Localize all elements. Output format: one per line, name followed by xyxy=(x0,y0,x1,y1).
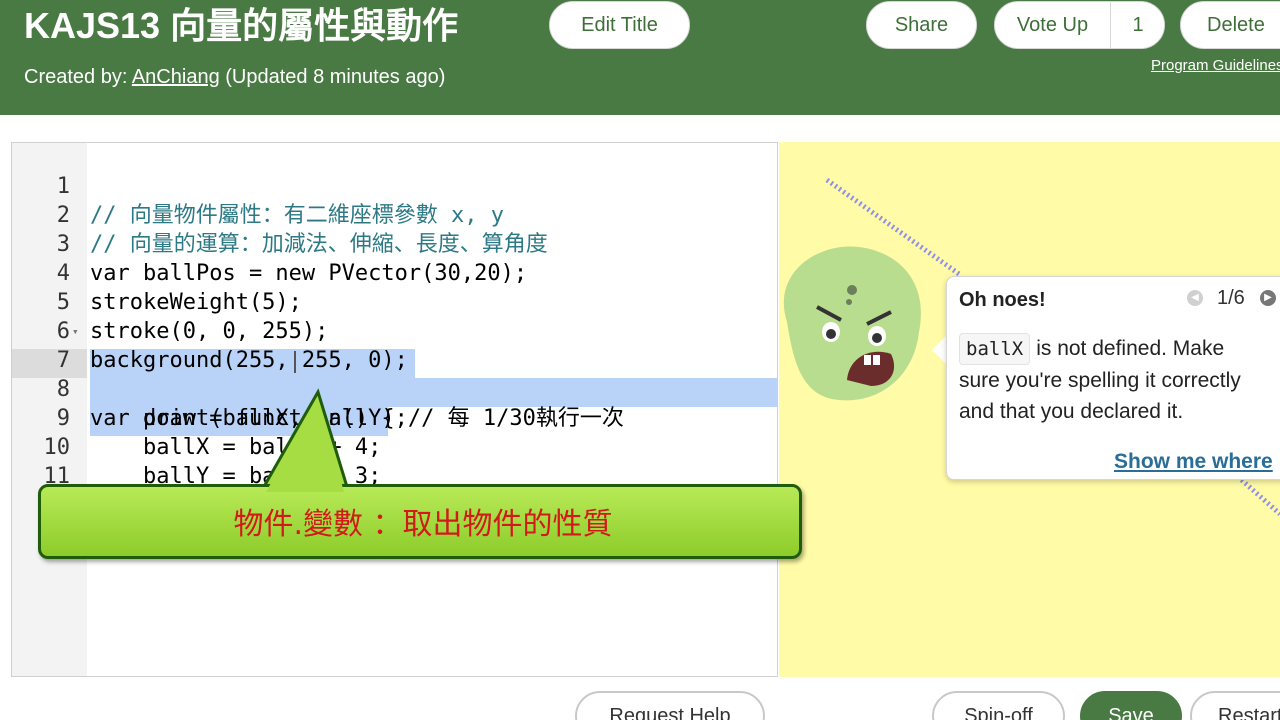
code-line[interactable]: 3 var ballPos = new PVector(30,20); xyxy=(12,201,777,286)
created-by-label: Created by: xyxy=(24,66,132,88)
error-title: Oh noes! xyxy=(959,289,1046,311)
error-page-indicator: 1/6 xyxy=(1217,287,1245,309)
vote-up-label[interactable]: Vote Up xyxy=(995,2,1111,48)
annotation-callout: 物件.變數 ：取出物件的性質 xyxy=(38,484,802,559)
error-buddy-face-icon xyxy=(783,246,921,401)
error-message-part-3: and that you declared it. xyxy=(959,400,1184,423)
code-line[interactable]: 9 ballX = ballX + 4; xyxy=(12,375,777,460)
error-message-part-1: is not defined. Make xyxy=(1036,337,1225,360)
code-editor[interactable]: 1 // 向量物件屬性：有二維座標參數 x, y 2 // 向量的運算：加減法、… xyxy=(11,142,778,677)
chevron-left-icon[interactable]: ◀ xyxy=(1187,290,1203,306)
vote-count: 1 xyxy=(1132,14,1144,36)
program-title: KAJS13 向量的屬性與動作 xyxy=(24,5,459,46)
callout-text: 物件.變數 ：取出物件的性質 xyxy=(233,507,613,542)
vote-up-button[interactable]: Vote Up 1 xyxy=(994,1,1165,49)
code-line[interactable]: 2 // 向量的運算：加減法、伸縮、長度、算角度 xyxy=(12,172,777,257)
edit-title-button[interactable]: Edit Title xyxy=(549,1,690,49)
author-link[interactable]: AnChiang xyxy=(132,66,220,88)
fold-arrow-icon[interactable]: ▾ xyxy=(72,317,79,346)
request-help-button[interactable]: Request Help xyxy=(575,691,765,720)
code-line[interactable]: 4 strokeWeight(5); xyxy=(12,230,777,315)
program-guidelines-link[interactable]: Program Guidelines xyxy=(1151,57,1280,74)
error-bubble-pointer xyxy=(932,335,947,365)
header-bar: KAJS13 向量的屬性與動作 Created by: AnChiang (Up… xyxy=(0,0,1280,115)
error-variable-code: ballX xyxy=(959,333,1031,365)
text-cursor-icon xyxy=(294,351,296,373)
code-line[interactable]: 10 ballY = ballY + 3; xyxy=(12,404,777,489)
code-line[interactable]: 7 ▾ var draw = function() { // 每 1/30執行一… xyxy=(12,317,777,431)
code-line[interactable]: 11 }; xyxy=(12,433,777,518)
program-meta: Created by: AnChiang (Updated 8 minutes … xyxy=(24,64,445,90)
error-message: ballX is not defined. Make sure you're sp… xyxy=(959,333,1280,427)
error-message-bubble: Oh noes! ◀ 1/6 ▶ ballX is not defined. Ma… xyxy=(946,276,1280,480)
code-line[interactable]: 6 background(255, 255, 0); xyxy=(12,288,777,373)
code-line[interactable]: 5 stroke(0, 0, 255); xyxy=(12,259,777,344)
restart-button[interactable]: Restart xyxy=(1190,691,1280,720)
code-line[interactable]: 8 point(ballX, ballY); xyxy=(12,346,777,431)
spin-off-button[interactable]: Spin-off xyxy=(932,691,1065,720)
error-message-part-2: sure you're spelling it correctly xyxy=(959,369,1241,392)
show-me-where-link[interactable]: Show me where xyxy=(1114,450,1273,474)
updated-label: (Updated 8 minutes ago) xyxy=(219,66,446,88)
chevron-right-icon[interactable]: ▶ xyxy=(1260,290,1276,306)
share-button[interactable]: Share xyxy=(866,1,977,49)
code-line[interactable]: 1 // 向量物件屬性：有二維座標參數 x, y xyxy=(12,143,777,228)
delete-button[interactable]: Delete xyxy=(1180,1,1280,49)
save-button[interactable]: Save xyxy=(1080,691,1182,720)
